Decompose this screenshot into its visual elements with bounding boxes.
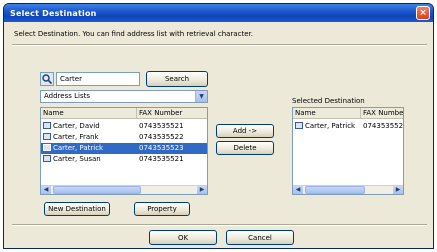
scroll-right-icon[interactable]: ▶ (393, 186, 403, 194)
window-title: Select Destination (10, 8, 97, 18)
contact-card-icon (43, 132, 51, 140)
table-row[interactable]: Carter, Patrick 0743535523 (293, 121, 403, 132)
contact-card-icon (43, 154, 51, 162)
table-row[interactable]: Carter, Frank 0743535522 (41, 132, 207, 143)
selected-destination-label: Selected Destination (292, 97, 365, 105)
table-row[interactable]: Carter, David 0743535521 (41, 121, 207, 132)
column-header-name[interactable]: Name (41, 108, 137, 119)
horizontal-scrollbar[interactable]: ◀ ▶ (41, 185, 207, 194)
selected-destination-table[interactable]: Name FAX Number Carter, Patrick 07435355… (292, 107, 404, 195)
select-destination-dialog: Select Destination × Select Destination.… (3, 3, 434, 249)
search-icon (40, 72, 54, 86)
scroll-thumb[interactable] (53, 186, 141, 194)
table-header: Name FAX Number (41, 108, 207, 119)
scroll-left-icon[interactable]: ◀ (41, 186, 51, 194)
column-header-fax[interactable]: FAX Number (137, 108, 207, 119)
scroll-left-icon[interactable]: ◀ (293, 186, 303, 194)
ok-button[interactable]: OK (149, 230, 217, 245)
ok-label: OK (177, 233, 189, 242)
delete-button-label: Delete (233, 144, 257, 152)
search-button[interactable]: Search (146, 71, 208, 87)
search-button-label: Search (164, 75, 190, 83)
address-list-value: Address Lists (44, 92, 90, 100)
contact-card-icon (295, 121, 303, 129)
cancel-label: Cancel (248, 233, 272, 242)
row-fax: 0743535523 (363, 122, 404, 130)
row-name: Carter, Patrick (53, 144, 104, 152)
delete-button[interactable]: Delete (216, 141, 274, 155)
horizontal-scrollbar[interactable]: ◀ ▶ (293, 185, 403, 194)
new-destination-button[interactable]: New Destination (44, 202, 110, 216)
close-button[interactable]: × (416, 6, 430, 20)
scroll-thumb[interactable] (305, 186, 365, 194)
divider (12, 224, 427, 226)
row-name: Carter, Susan (53, 155, 101, 163)
title-bar[interactable]: Select Destination × (4, 4, 433, 22)
address-list-table[interactable]: Name FAX Number Carter, David 0743535521… (40, 107, 208, 195)
column-header-name[interactable]: Name (293, 108, 361, 119)
cancel-button[interactable]: Cancel (226, 230, 294, 245)
property-label: Property (147, 205, 177, 213)
property-button[interactable]: Property (134, 202, 190, 216)
new-destination-label: New Destination (48, 205, 106, 213)
table-header: Name FAX Number (293, 108, 403, 119)
chevron-down-icon[interactable]: ▼ (195, 91, 207, 102)
column-header-fax[interactable]: FAX Number (361, 108, 403, 119)
divider (12, 44, 427, 46)
table-row-selected[interactable]: Carter, Patrick 0743535523 (41, 143, 207, 154)
instruction-text: Select Destination. You can find address… (14, 30, 253, 38)
contact-card-icon (43, 121, 51, 129)
add-button[interactable]: Add -> (216, 124, 274, 138)
row-fax: 0743535522 (139, 133, 184, 141)
address-list-select[interactable]: Address Lists ▼ (40, 90, 208, 103)
row-fax: 0743535523 (139, 144, 184, 152)
contact-card-icon (43, 143, 51, 151)
scroll-right-icon[interactable]: ▶ (197, 186, 207, 194)
add-button-label: Add -> (232, 127, 258, 135)
row-fax: 0743535521 (139, 155, 184, 163)
row-name: Carter, David (53, 122, 100, 130)
table-row[interactable]: Carter, Susan 0743535521 (41, 154, 207, 165)
row-fax: 0743535521 (139, 122, 184, 130)
row-name: Carter, Frank (53, 133, 99, 141)
search-input[interactable]: Carter (56, 72, 140, 86)
row-name: Carter, Patrick (305, 122, 356, 130)
